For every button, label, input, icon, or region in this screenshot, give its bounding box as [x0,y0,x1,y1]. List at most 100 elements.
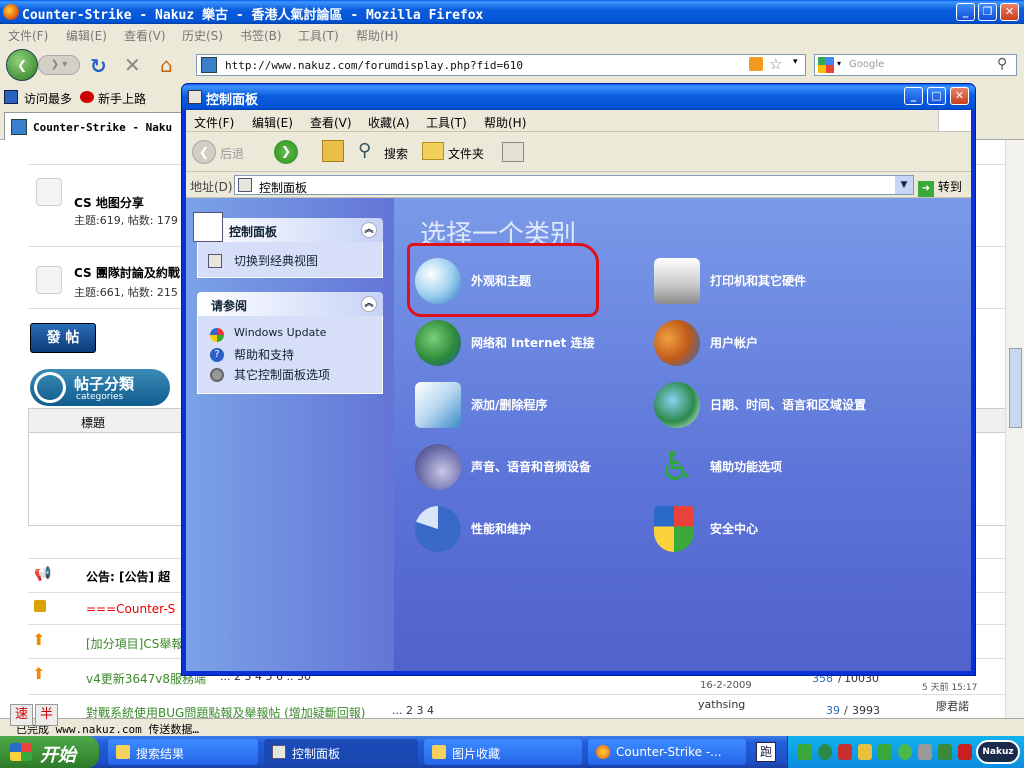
menu-tools[interactable]: 工具(T) [298,27,339,44]
bookmark-star-icon[interactable]: ☆ [769,55,782,73]
minimize-button[interactable]: _ [956,3,975,21]
category-printers[interactable]: 打印机和其它硬件 [654,256,874,306]
category-add-remove[interactable]: 添加/删除程序 [415,380,635,430]
menu-view[interactable]: 查看(V) [124,27,166,44]
scroll-thumb[interactable] [1009,348,1022,428]
cp-maximize-button[interactable]: □ [927,87,946,105]
tray-network-icon[interactable] [878,744,892,760]
tray-alert-icon[interactable] [858,744,872,760]
category-security-center[interactable]: 安全中心 [654,504,874,554]
firefox-title-bar: Counter-Strike - Nakuz 樂古 - 香港人氣討論區 - Mo… [0,0,1024,24]
bookmark-getting-started[interactable]: 新手上路 [98,90,146,107]
tray-app-icon[interactable] [898,744,912,760]
forum-icon [36,266,62,294]
tray-device-icon[interactable] [918,744,932,760]
search-icon[interactable]: ⚲ [997,56,1007,72]
ime-width-button[interactable]: 半 [35,704,58,726]
thread-title[interactable]: [加分項目]CS舉報 [86,635,183,652]
tray-volume-icon[interactable] [958,744,972,760]
address-dropdown-icon[interactable]: ▼ [895,176,913,194]
collapse-chevron-icon[interactable]: ︽ [361,296,377,312]
post-button[interactable]: 發 帖 [30,323,96,353]
cp-menu-favorites[interactable]: 收藏(A) [368,114,410,131]
categories-title: 帖子分類 [74,375,135,393]
back-icon[interactable]: ❮ [6,49,38,81]
thread-pages[interactable]: ... 2 3 4 [392,704,434,717]
google-engine-icon[interactable] [818,57,834,73]
category-user-accounts[interactable]: 用户帐户 [654,318,874,368]
cp-search-label[interactable]: 搜索 [384,145,408,162]
cp-menu-file[interactable]: 文件(F) [194,114,234,131]
up-arrow-icon: ⬆ [32,664,46,683]
category-network[interactable]: 网络和 Internet 连接 [415,318,635,368]
menu-file[interactable]: 文件(F) [8,27,48,44]
taskbar-pictures[interactable]: 图片收藏 [424,739,582,765]
cp-folders-label[interactable]: 文件夹 [448,145,484,162]
tray-nakuz-logo-icon[interactable]: Nakuz [976,740,1020,764]
menu-history[interactable]: 历史(S) [182,27,223,44]
close-button[interactable]: ✕ [1000,3,1019,21]
language-icon[interactable]: 跑 [756,742,776,762]
switch-classic-view-link[interactable]: 切换到经典视图 [234,252,318,269]
cp-address-input[interactable]: 控制面板 ▼ [234,175,914,195]
rss-icon[interactable] [749,57,763,71]
thread-title[interactable]: ===Counter-S [86,602,175,616]
taskbar-control-panel[interactable]: 控制面板 [264,739,418,765]
taskbar-button-label: 控制面板 [292,747,341,761]
forum-title[interactable]: CS 團隊討論及約戰 [74,264,180,281]
engine-dropdown-icon[interactable]: ▾ [837,59,841,68]
cp-go-button[interactable]: ➜ 转到 [918,178,962,197]
forward-icon[interactable]: ❯ ▾ [38,55,80,75]
cp-back-label[interactable]: 后退 [220,145,244,162]
page-scrollbar[interactable] [1005,140,1024,718]
taskbar-search-results[interactable]: 搜索结果 [108,739,258,765]
category-accessibility[interactable]: ♿ 辅助功能选项 [654,442,874,492]
cp-menu-edit[interactable]: 编辑(E) [252,114,293,131]
cp-menu-view[interactable]: 查看(V) [310,114,352,131]
taskbar-firefox[interactable]: Counter-Strike -... [588,739,746,765]
stop-icon[interactable]: ✕ [124,53,141,77]
category-date-time[interactable]: 日期、时间、语言和区域设置 [654,380,874,430]
thread-author[interactable]: yathsing [698,698,745,711]
url-bar[interactable]: http://www.nakuz.com/forumdisplay.php?fi… [196,54,806,76]
cp-menu-help[interactable]: 帮助(H) [484,114,526,131]
tray-shield-icon[interactable] [798,744,812,760]
cp-menu-tools[interactable]: 工具(T) [426,114,467,131]
windows-update-link[interactable]: Windows Update [234,326,326,339]
search-box[interactable]: ▾ Google ⚲ [814,54,1017,76]
help-support-link[interactable]: 帮助和支持 [234,346,294,363]
menu-bookmarks[interactable]: 书签(B) [240,27,282,44]
category-performance[interactable]: 性能和维护 [415,504,635,554]
up-arrow-icon: ⬆ [32,630,46,649]
forum-title[interactable]: CS 地图分享 [74,194,144,211]
cp-views-icon[interactable] [502,142,524,162]
tray-nvidia-icon[interactable] [938,744,952,760]
url-dropdown-icon[interactable]: ▾ [793,57,798,67]
cp-close-button[interactable]: ✕ [950,87,969,105]
tray-antivirus-icon[interactable] [838,744,852,760]
add-remove-icon [415,382,461,428]
ime-mode-button[interactable]: 速 [10,704,33,726]
reload-icon[interactable]: ↻ [90,54,107,78]
collapse-chevron-icon[interactable]: ︽ [361,222,377,238]
cp-up-folder-icon[interactable] [322,140,344,162]
thread-title[interactable]: 對戰系統使用BUG問題點報及舉報帖 (增加疑斷回報) [86,704,366,718]
announcement-text[interactable]: 公告: [公告] 超 [86,568,170,585]
cp-forward-icon[interactable]: ❯ [274,140,298,164]
category-sound[interactable]: 声音、语音和音频设备 [415,442,635,492]
cp-back-icon[interactable]: ❮ [192,140,216,164]
menu-edit[interactable]: 编辑(E) [66,27,107,44]
other-options-link[interactable]: 其它控制面板选项 [234,366,330,383]
tab-counter-strike[interactable]: Counter-Strike - Naku [4,112,188,140]
home-icon[interactable]: ⌂ [160,53,173,77]
see-also-header[interactable]: 请参阅 ︽ [197,292,383,316]
tray-umbrella-icon[interactable] [818,744,832,760]
cp-search-icon[interactable]: ⚲ [358,140,371,161]
restore-button[interactable]: ❐ [978,3,997,21]
start-button[interactable]: 开始 [0,736,99,768]
menu-help[interactable]: 帮助(H) [356,27,398,44]
bookmark-most-visited[interactable]: 访问最多 [24,90,72,107]
cp-folders-icon[interactable] [422,142,444,160]
cp-minimize-button[interactable]: _ [904,87,923,105]
cp-pane-header[interactable]: 控制面板 ︽ [193,212,383,242]
